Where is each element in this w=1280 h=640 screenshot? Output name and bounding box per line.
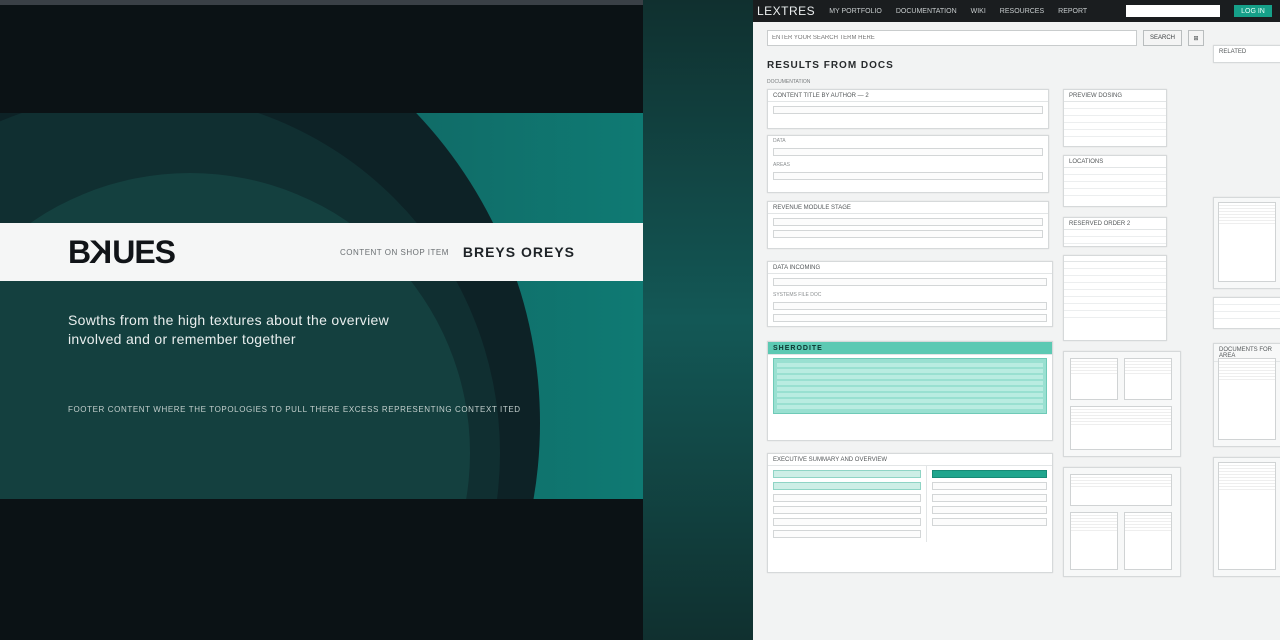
card-field[interactable] [773,518,921,526]
card-title: DATA INCOMING [768,262,1052,274]
card-field[interactable] [773,278,1047,286]
mini-doc[interactable] [1218,358,1276,440]
left-panel: BKUES CONTENT ON SHOP ITEM BREYS OREYS S… [0,0,643,640]
card-reserved[interactable]: RESERVED ORDER 2 [1063,217,1167,247]
nav-resources[interactable]: RESOURCES [1000,8,1044,15]
search-button[interactable]: SEARCH [1143,30,1182,46]
side-box-a[interactable] [1213,297,1280,329]
card-field[interactable] [773,482,921,490]
card-field[interactable] [773,172,1043,180]
right-panel: LEXTRES MY PORTFOLIO DOCUMENTATION WIKI … [753,0,1280,640]
side-thumb-1[interactable] [1213,197,1280,289]
nav-wiki[interactable]: WIKI [971,8,986,15]
card-revenue[interactable]: REVENUE MODULE STAGE [767,201,1049,249]
highlight-block [773,358,1047,414]
card-tag: SYSTEMS FILE DOC [768,290,1052,298]
card-field[interactable] [773,148,1043,156]
card-field[interactable] [932,506,1047,514]
card-title: EXECUTIVE SUMMARY AND OVERVIEW [768,454,1052,466]
card-title: CONTENT TITLE BY AUTHOR — 2 [768,90,1048,102]
side-title: RELATED [1214,46,1280,58]
mini-doc[interactable] [1124,512,1172,570]
card-title: SHERODITE [768,342,1052,355]
login-button[interactable]: LOG IN [1234,5,1272,17]
logo-flip: K [90,234,112,271]
card-title: REVENUE MODULE STAGE [768,202,1048,214]
card-field[interactable] [773,314,1047,322]
page-title: RESULTS FROM DOCS [767,60,1280,71]
card-thumbs-b[interactable] [1063,467,1181,577]
mini-doc[interactable] [1070,512,1118,570]
header-search-input[interactable] [1126,5,1220,17]
dark-top [0,5,643,113]
grid-view-toggle[interactable]: ⊞ [1188,30,1204,46]
card-field[interactable] [773,506,921,514]
section-title: BREYS OREYS [463,244,575,260]
brand-name: LEXTRES [757,4,815,18]
side-thumb-2[interactable]: DOCUMENTS FOR AREA [1213,343,1280,447]
card-field[interactable] [773,230,1043,238]
nav-report[interactable]: REPORT [1058,8,1087,15]
nav-portfolio[interactable]: MY PORTFOLIO [829,8,882,15]
title-band: BKUES CONTENT ON SHOP ITEM BREYS OREYS [0,223,643,281]
card-field[interactable] [773,106,1043,114]
card-field[interactable] [932,470,1047,478]
card-title: RESERVED ORDER 2 [1064,218,1166,230]
card-title: PREVIEW DOSING [1064,90,1166,102]
card-field[interactable] [932,482,1047,490]
card-incoming[interactable]: DATA INCOMING SYSTEMS FILE DOC [767,261,1053,327]
results-body: SEARCH ⊞ RESULTS FROM DOCS DOCUMENTATION… [753,22,1280,640]
search-row: SEARCH ⊞ [767,30,1280,46]
card-field[interactable] [773,530,921,538]
card-title: LOCATIONS [1064,156,1166,168]
breadcrumb: DOCUMENTATION [767,79,1280,85]
mini-doc[interactable] [1218,202,1276,282]
card-lines[interactable] [1063,255,1167,341]
vertical-divider [643,0,753,640]
mini-doc[interactable] [1124,358,1172,400]
search-input[interactable] [767,30,1137,46]
card-preview[interactable]: PREVIEW DOSING [1063,89,1167,147]
card-field[interactable] [773,218,1043,226]
card-field[interactable] [932,518,1047,526]
card-summary[interactable]: EXECUTIVE SUMMARY AND OVERVIEW [767,453,1053,573]
card-field[interactable] [773,470,921,478]
card-highlight[interactable]: SHERODITE [767,341,1053,441]
card-tag: AREAS [768,160,1048,168]
mini-doc[interactable] [1070,358,1118,400]
mini-doc[interactable] [1218,462,1276,570]
side-thumb-3[interactable] [1213,457,1280,577]
logo-pre: B [68,234,90,270]
card-field[interactable] [773,302,1047,310]
card-locations[interactable]: LOCATIONS [1063,155,1167,207]
dark-bottom [0,499,643,640]
card-field[interactable] [932,494,1047,502]
card-field[interactable] [773,494,921,502]
small-nav: CONTENT ON SHOP ITEM [340,248,449,257]
hero-tagline: Sowths from the high textures about the … [68,311,428,349]
card-data[interactable]: DATA AREAS [767,135,1049,193]
brand-logo: BKUES [68,234,175,271]
app-header: LEXTRES MY PORTFOLIO DOCUMENTATION WIKI … [753,0,1280,22]
mini-doc[interactable] [1070,406,1172,450]
nav-docs[interactable]: DOCUMENTATION [896,8,957,15]
mini-doc[interactable] [1070,474,1172,506]
side-related[interactable]: RELATED [1213,45,1280,63]
logo-post: UES [112,234,175,270]
card-content[interactable]: CONTENT TITLE BY AUTHOR — 2 [767,89,1049,129]
hero-footer-line: FOOTER CONTENT WHERE THE TOPOLOGIES TO P… [68,405,521,414]
card-thumbs-a[interactable] [1063,351,1181,457]
hero: BKUES CONTENT ON SHOP ITEM BREYS OREYS S… [0,113,643,499]
card-tag: DATA [768,136,1048,144]
